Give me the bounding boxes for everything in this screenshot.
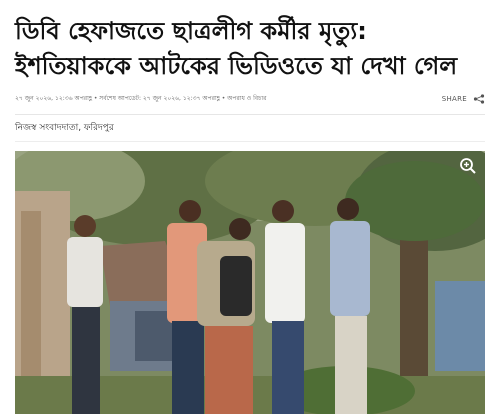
article-page: ডিবি হেফাজতে ছাত্রলীগ কর্মীর মৃত্যু: ইশত… [0, 0, 500, 414]
share-icon[interactable] [473, 94, 485, 104]
divider [15, 114, 485, 115]
headline-line-1: ডিবি হেফাজতে ছাত্রলীগ কর্মীর মৃত্যু: [15, 17, 367, 45]
divider [15, 141, 485, 142]
article-photo [15, 151, 485, 414]
byline: নিজস্ব সংবাদদাতা, ফরিদপুর [15, 123, 114, 133]
headline-line-2: ইশতিয়াককে আটকের ভিডিওতে যা দেখা গেল [15, 52, 458, 80]
article-meta: ২৭ জুন ২০২৬, ১২:৩৬ অপরাহ্ণ • সর্বশেষ আপড… [15, 93, 485, 105]
photo-illustration [15, 151, 485, 414]
zoom-in-icon[interactable] [459, 157, 477, 175]
share-button[interactable]: SHARE [442, 93, 467, 105]
dateline: ২৭ জুন ২০২৬, ১২:৩৬ অপরাহ্ণ • সর্বশেষ আপড… [15, 95, 267, 102]
article-headline: ডিবি হেফাজতে ছাত্রলীগ কর্মীর মৃত্যু: ইশত… [15, 14, 485, 84]
